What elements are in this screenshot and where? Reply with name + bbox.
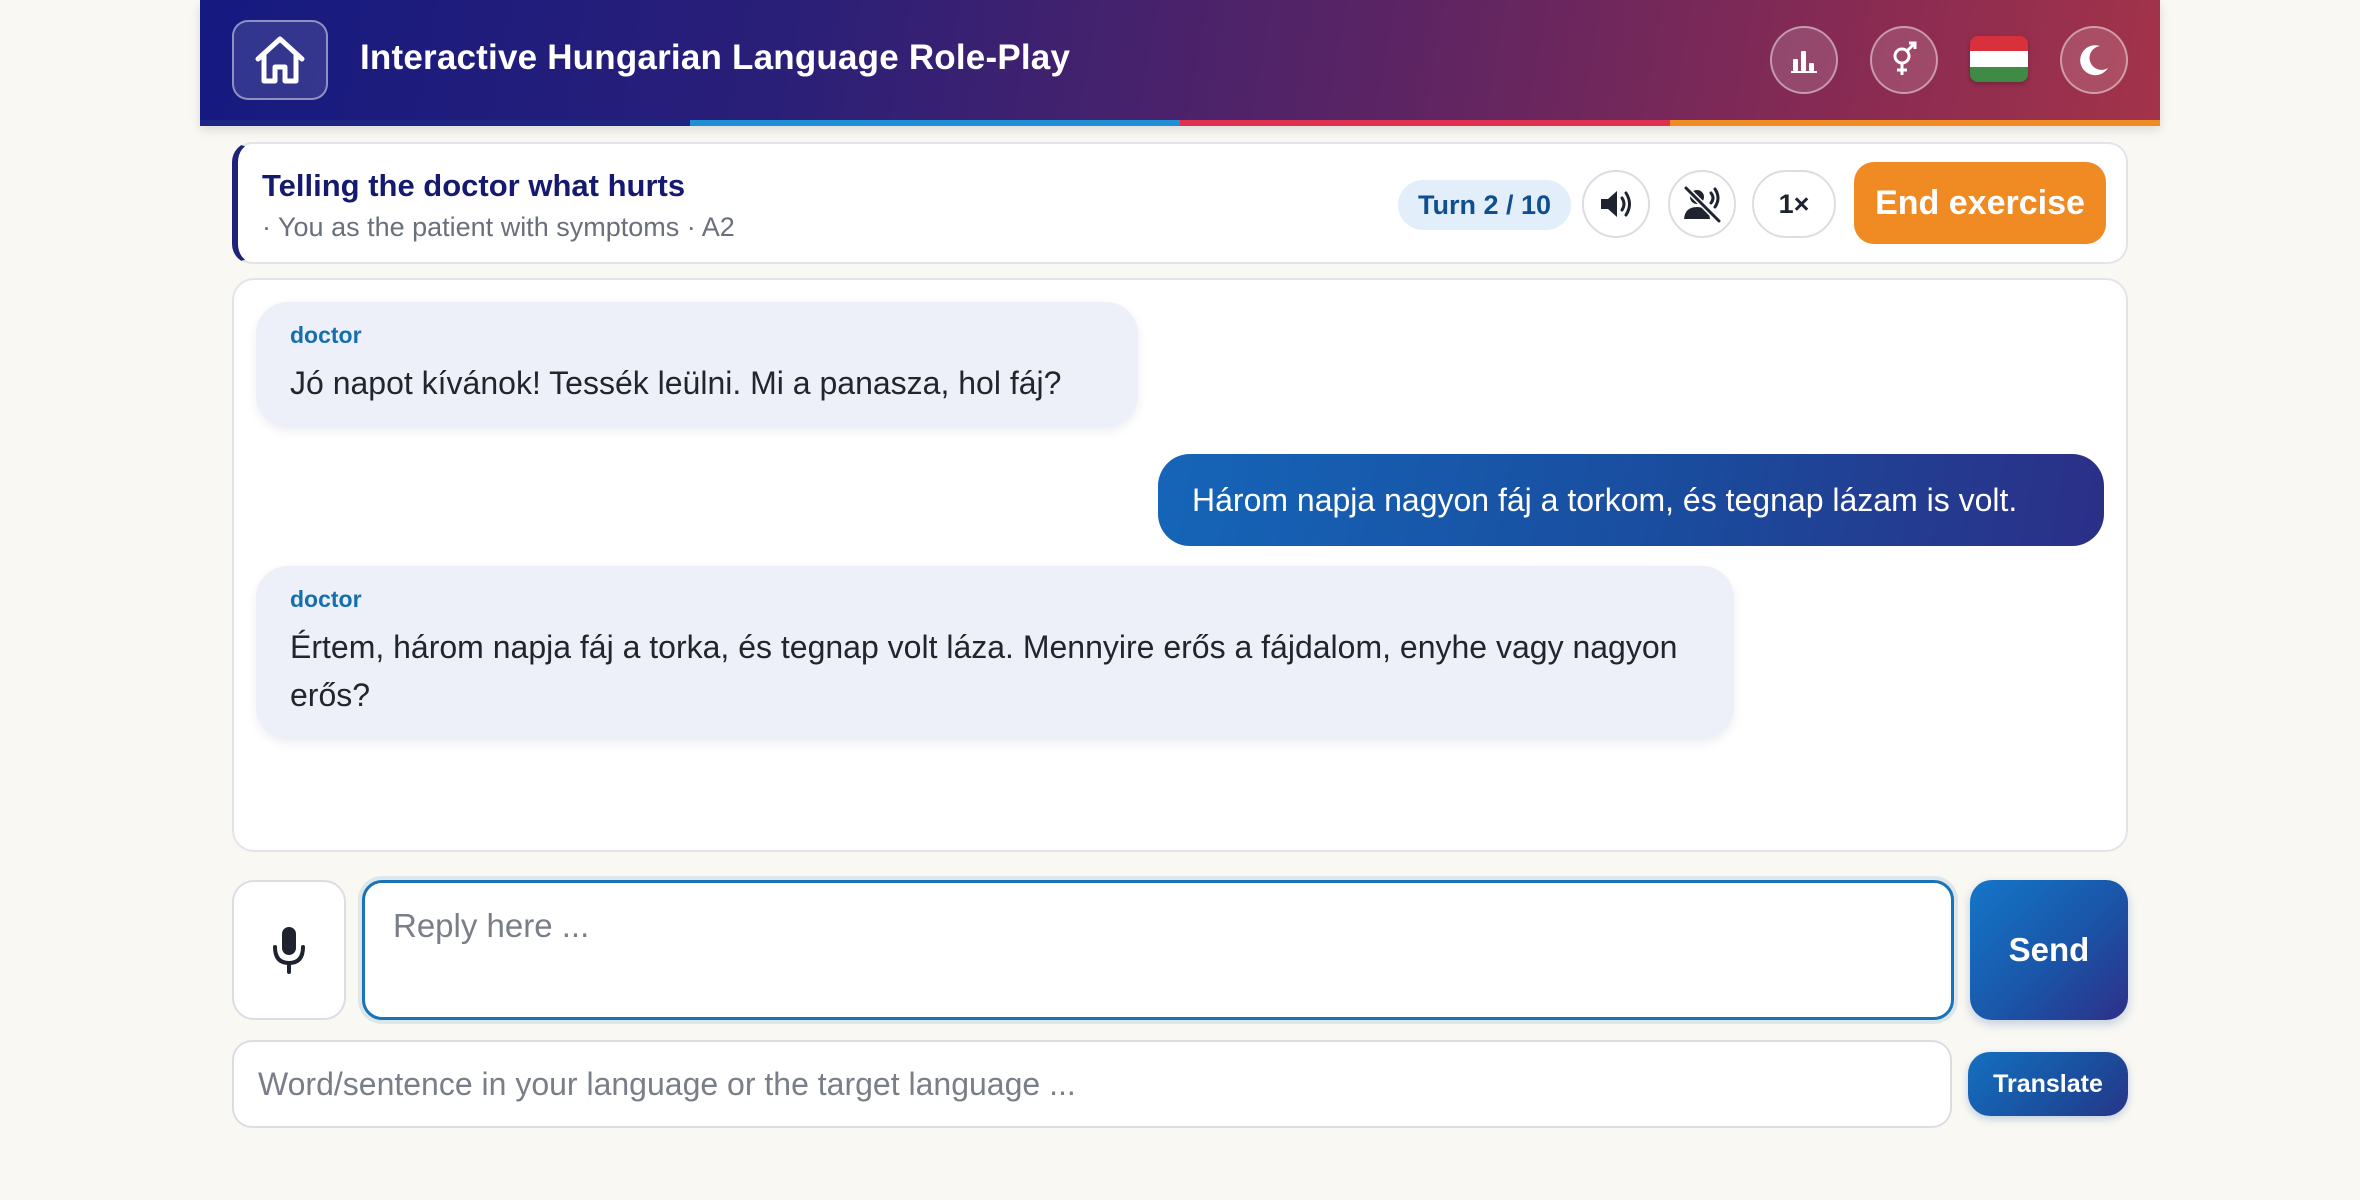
- home-button[interactable]: [232, 20, 328, 100]
- gender-icon: [1893, 41, 1917, 75]
- stats-button[interactable]: [1770, 26, 1838, 94]
- message-text: Jó napot kívánok! Tessék leülni. Mi a pa…: [290, 365, 1062, 401]
- autoplay-voice-toggle[interactable]: [1668, 170, 1736, 238]
- bar-chart-icon: [1791, 51, 1817, 73]
- end-exercise-button[interactable]: End exercise: [1854, 162, 2106, 244]
- translate-button[interactable]: Translate: [1968, 1052, 2128, 1116]
- home-icon: [255, 36, 305, 84]
- turn-counter-badge: Turn 2 / 10: [1398, 180, 1572, 230]
- play-audio-button[interactable]: [1582, 170, 1650, 238]
- scenario-subtitle: · You as the patient with symptoms · A2: [262, 212, 735, 242]
- app-title: Interactive Hungarian Language Role-Play: [360, 38, 1071, 77]
- reply-input[interactable]: [362, 880, 1954, 1020]
- message-doctor: doctor Jó napot kívánok! Tessék leülni. …: [256, 302, 1138, 427]
- scenario-bar: Telling the doctor what hurts · You as t…: [232, 142, 2128, 264]
- chat-panel[interactable]: doctor Jó napot kívánok! Tessék leülni. …: [232, 278, 2128, 852]
- translate-input[interactable]: [232, 1040, 1952, 1128]
- app-header: Interactive Hungarian Language Role-Play: [200, 0, 2160, 126]
- message-speaker: doctor: [290, 322, 362, 348]
- message-text: Értem, három napja fáj a torka, és tegna…: [290, 629, 1678, 713]
- playback-speed-button[interactable]: 1×: [1752, 170, 1836, 238]
- message-user: Három napja nagyon fáj a torkom, és tegn…: [1158, 454, 2104, 546]
- gender-button[interactable]: [1870, 26, 1938, 94]
- moon-icon: [2080, 45, 2108, 76]
- microphone-icon: [273, 927, 305, 974]
- header-stripe: [200, 120, 2160, 126]
- send-button[interactable]: Send: [1970, 880, 2128, 1020]
- mute-voice-icon: [1683, 185, 1722, 223]
- message-doctor: doctor Értem, három napja fáj a torka, é…: [256, 566, 1734, 739]
- scenario-title: Telling the doctor what hurts: [262, 168, 686, 203]
- microphone-button[interactable]: [232, 880, 346, 1020]
- message-speaker: doctor: [290, 586, 362, 612]
- hungary-flag[interactable]: [1970, 36, 2028, 82]
- speaker-icon: [1601, 191, 1631, 217]
- theme-toggle-button[interactable]: [2060, 26, 2128, 94]
